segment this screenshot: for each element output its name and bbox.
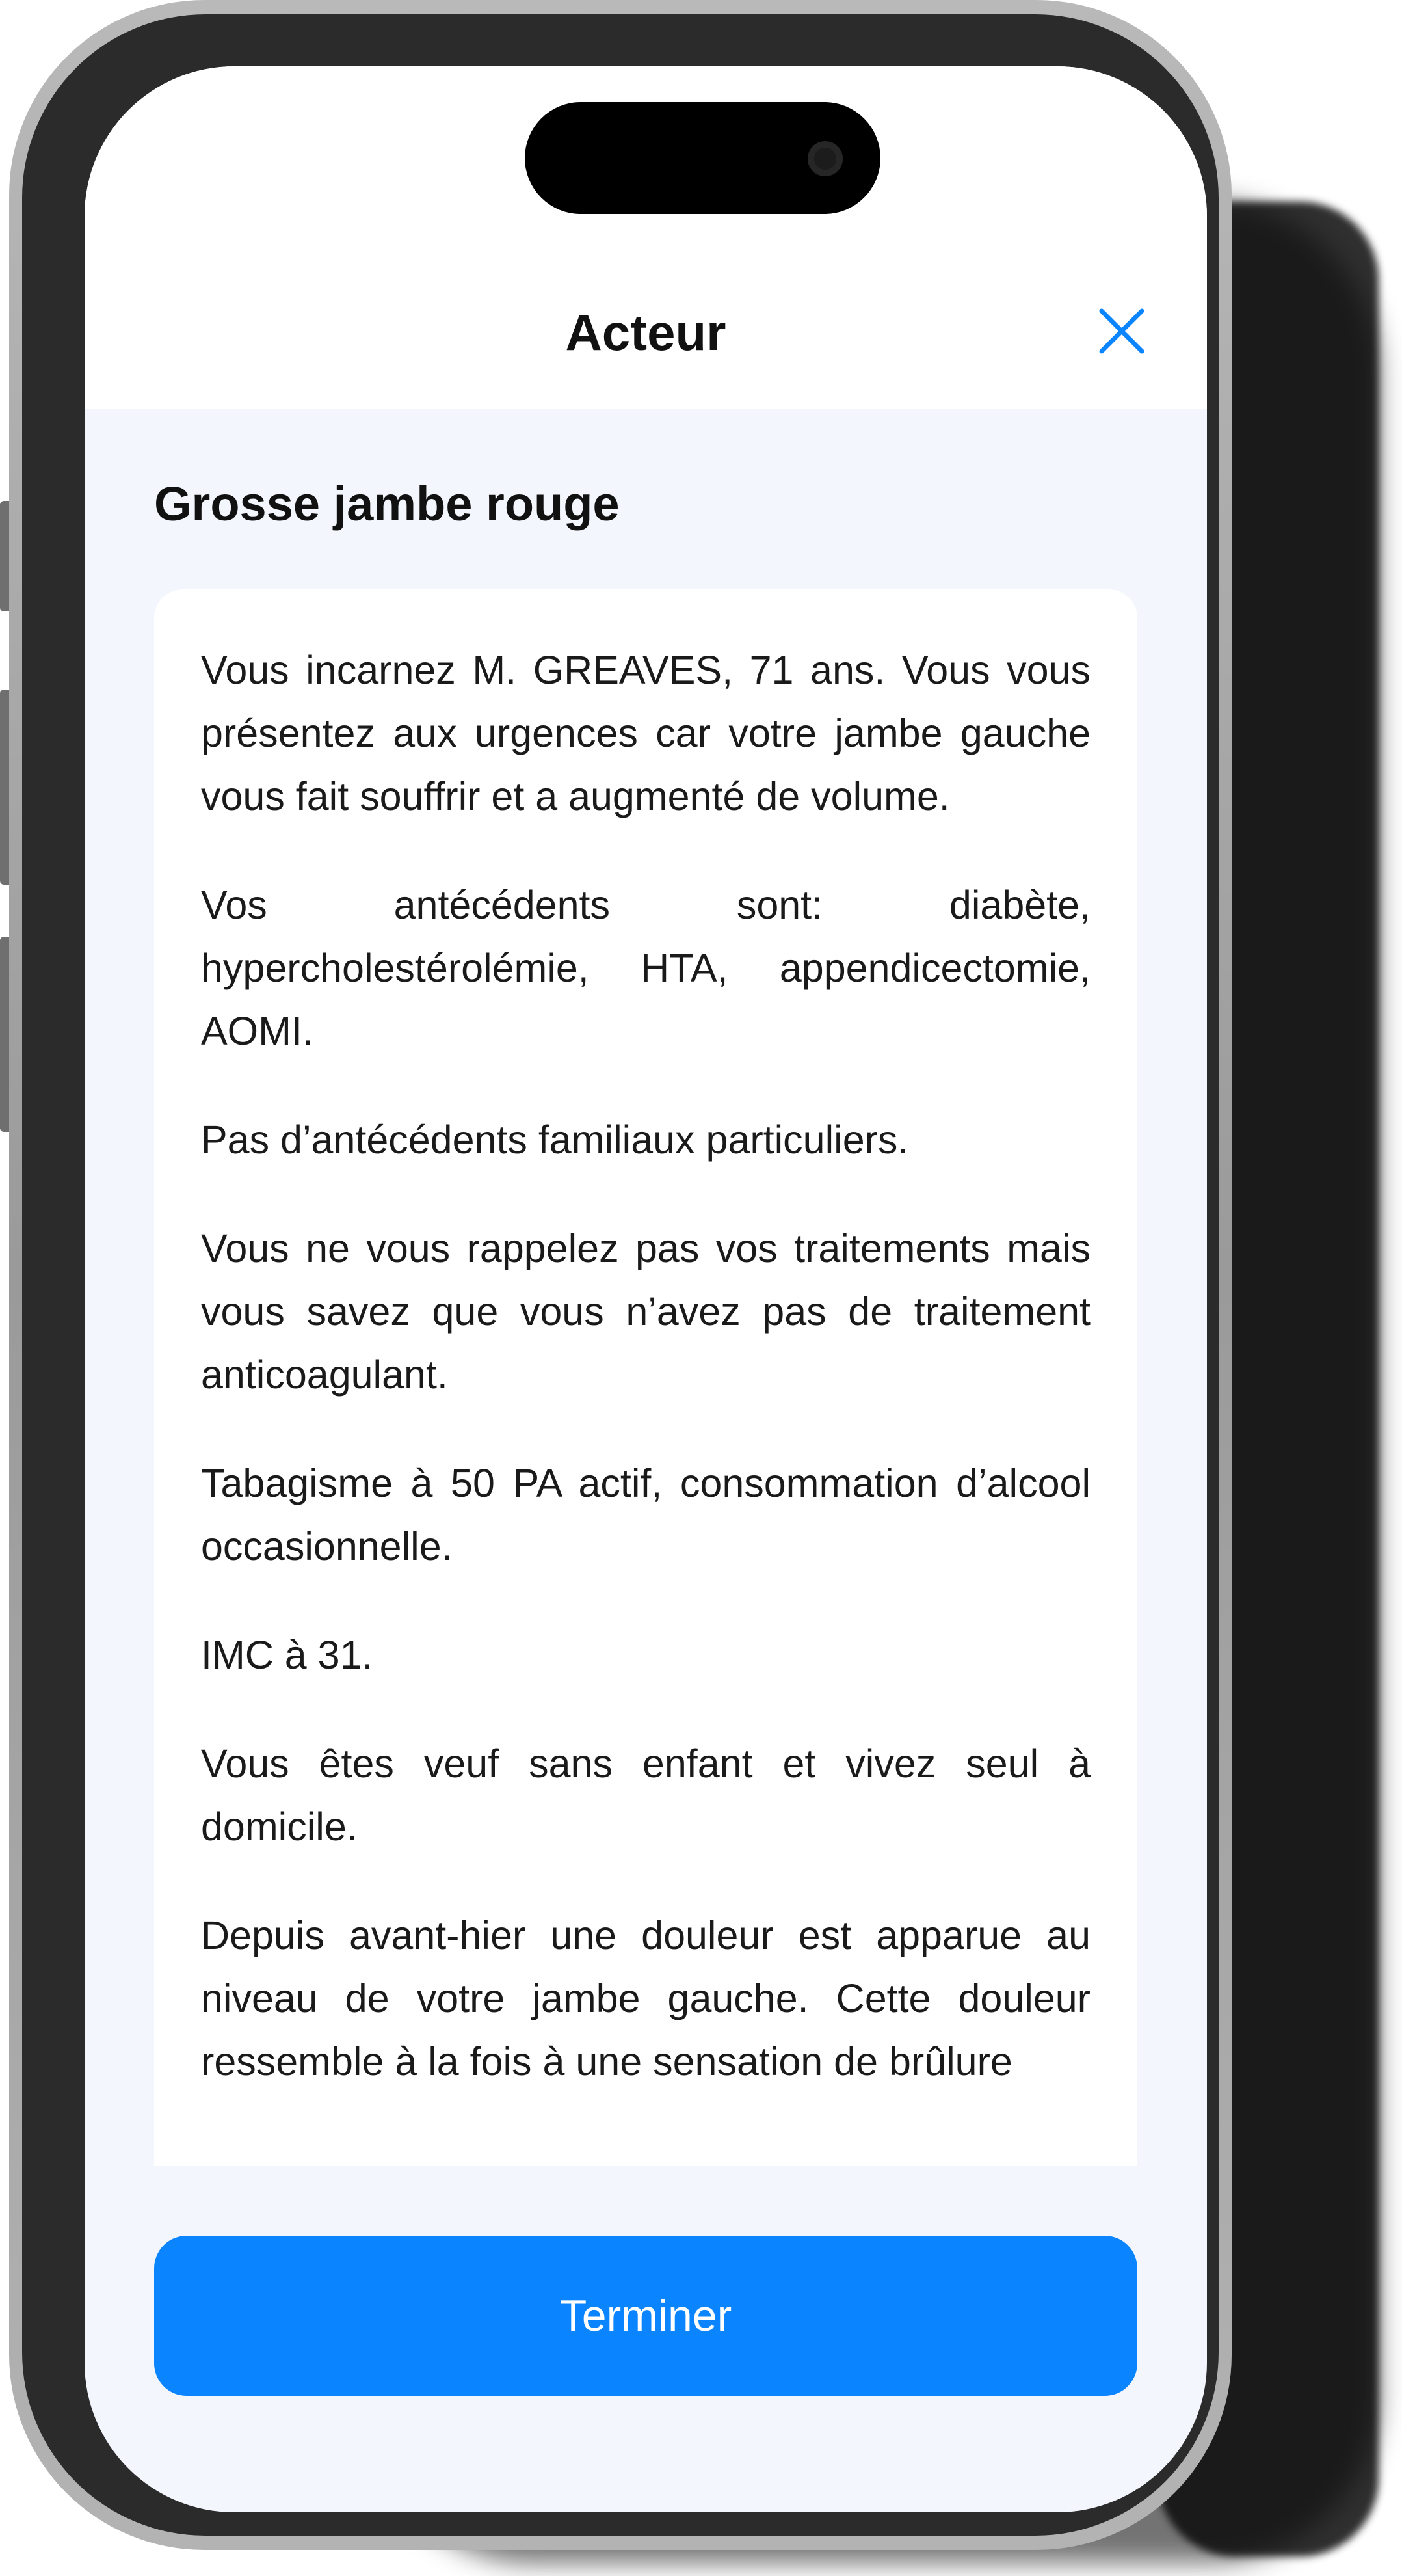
case-paragraph: Vous ne vous rappelez pas vos traitement… — [201, 1226, 1091, 1397]
case-paragraph: Vous incarnez M. GREAVES, 71 ans. Vous v… — [201, 648, 1091, 818]
finish-button[interactable]: Terminer — [154, 2236, 1137, 2396]
case-paragraph: Pas d’antécédents familiaux particuliers… — [201, 1118, 909, 1162]
case-title: Grosse jambe rouge — [154, 477, 620, 531]
screen: Acteur Grosse jambe rouge Vous incarnez … — [85, 66, 1207, 2512]
case-paragraph: Depuis avant-hier une douleur est apparu… — [201, 1913, 1091, 2084]
case-paragraph: Vous êtes veuf sans enfant et vivez seul… — [201, 1741, 1091, 1849]
close-icon — [1099, 308, 1144, 354]
close-button[interactable] — [1092, 302, 1151, 360]
case-paragraph: Vos antécédents sont: diabète, hyperchol… — [201, 883, 1091, 1053]
device-mockup: Acteur Grosse jambe rouge Vous incarnez … — [0, 0, 1402, 2576]
case-description-card: Vous incarnez M. GREAVES, 71 ans. Vous v… — [154, 589, 1137, 2166]
phone-bezel: Acteur Grosse jambe rouge Vous incarnez … — [22, 14, 1219, 2536]
case-paragraph: IMC à 31. — [201, 1633, 373, 1677]
camera-lens — [808, 141, 843, 176]
case-description-scroll[interactable]: Vous incarnez M. GREAVES, 71 ans. Vous v… — [154, 589, 1137, 2166]
case-paragraph: Tabagisme à 50 PA actif, consommation d’… — [201, 1461, 1091, 1568]
dynamic-island — [525, 102, 880, 214]
page-title: Acteur — [565, 304, 726, 361]
